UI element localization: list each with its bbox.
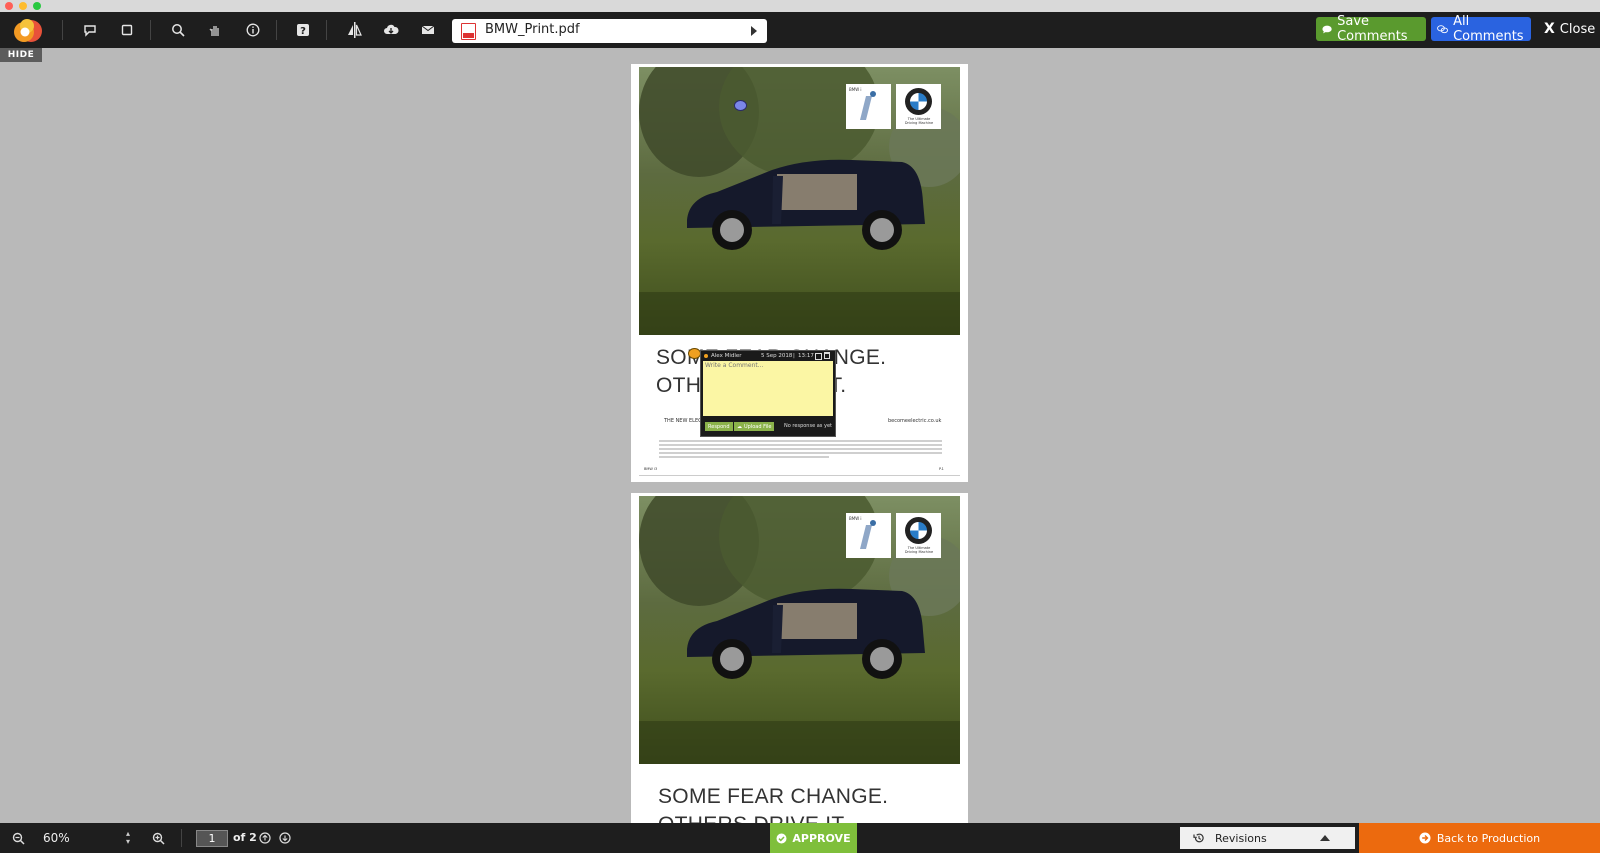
window-zoom-dot[interactable] — [33, 2, 41, 10]
save-comments-label: Save Comments — [1337, 14, 1408, 44]
back-to-production-button[interactable]: Back to Production — [1359, 823, 1600, 853]
document-page-2: BMW i The Ultimate Driving Machine SOME … — [631, 493, 968, 836]
bmw-i-logo: BMW i — [846, 513, 891, 558]
bmw-logo-caption: The Ultimate Driving Machine — [904, 546, 934, 554]
footer-right: P.1 — [939, 467, 944, 471]
previous-page-icon[interactable] — [257, 830, 273, 846]
all-comments-label: All Comments — [1453, 14, 1524, 44]
toolbar-separator — [62, 20, 63, 40]
bmw-logo: The Ultimate Driving Machine — [896, 84, 941, 129]
comment-response-status: No response as yet — [784, 423, 832, 429]
footer-left: BMW i3 — [644, 467, 658, 471]
page-number-input[interactable] — [196, 830, 228, 847]
bottom-bar: 60% ▴▾ of 2 APPROVE Revisions Back to Pr… — [0, 823, 1600, 853]
speech-bubble-icon[interactable] — [78, 18, 102, 42]
bmw-logo: The Ultimate Driving Machine — [896, 513, 941, 558]
website-text: becomeelectric.co.uk — [888, 418, 942, 424]
compare-icon[interactable] — [342, 18, 366, 42]
hide-sidebar-button[interactable]: HIDE — [0, 48, 42, 62]
body-copy — [659, 440, 942, 460]
save-comments-button[interactable]: Save Comments — [1316, 14, 1426, 44]
revisions-label: Revisions — [1215, 831, 1267, 845]
page-divider — [639, 475, 960, 476]
pdf-file-icon — [461, 23, 476, 40]
cloud-download-icon[interactable] — [379, 18, 403, 42]
respond-button[interactable]: Respond — [705, 422, 733, 431]
toolbar-separator — [276, 20, 277, 40]
pan-hand-icon[interactable] — [203, 18, 227, 42]
comments-icon — [1437, 24, 1448, 33]
window-minimize-dot[interactable] — [19, 2, 27, 10]
comment-checkbox[interactable] — [815, 353, 822, 360]
mail-icon[interactable] — [416, 18, 440, 42]
chevron-right-icon — [751, 26, 757, 36]
toolbar-separator — [181, 829, 182, 847]
car-illustration — [687, 159, 925, 250]
select-arrows-icon: ▴ ▾ — [125, 829, 130, 846]
comment-icon — [1322, 25, 1332, 33]
comment-separator: | — [793, 352, 795, 359]
comment-pin[interactable] — [734, 100, 747, 111]
trash-icon[interactable] — [824, 352, 830, 359]
toolbar-separator — [150, 20, 151, 40]
close-icon: X — [1544, 21, 1555, 37]
history-icon — [1193, 833, 1204, 843]
headline-line-1: SOME FEAR CHANGE. — [658, 785, 889, 808]
approve-button[interactable]: APPROVE — [770, 823, 857, 853]
upload-file-button[interactable]: ☁ Upload File — [734, 422, 775, 431]
toolbar-separator — [326, 20, 327, 40]
zoom-in-icon[interactable] — [150, 830, 166, 846]
cloud-upload-icon: ☁ — [737, 423, 742, 430]
revisions-dropdown[interactable]: Revisions — [1180, 827, 1355, 849]
square-icon[interactable] — [115, 18, 139, 42]
next-page-icon[interactable] — [277, 830, 293, 846]
back-to-production-label: Back to Production — [1436, 831, 1541, 845]
window-close-dot[interactable] — [5, 2, 13, 10]
zoom-select[interactable]: 60% ▴ ▾ — [40, 830, 132, 847]
top-toolbar: ? BMW_Print.pdf Save Comments All Commen… — [0, 12, 1600, 48]
file-name: BMW_Print.pdf — [485, 22, 580, 37]
comment-time: 13:17 — [798, 352, 814, 359]
comment-popup: Alex Midler 5 Sep 2018 | 13:17 Respond ☁… — [700, 350, 836, 437]
respond-label: Respond — [708, 423, 730, 430]
caret-up-icon — [1320, 835, 1330, 841]
bmw-i-logo: BMW i — [846, 84, 891, 129]
approve-label: APPROVE — [792, 831, 851, 845]
search-icon[interactable] — [166, 18, 190, 42]
comment-date: 5 Sep 2018 — [761, 352, 793, 359]
page-total-label: of 2 — [233, 831, 257, 844]
arrow-circle-right-icon — [1419, 832, 1431, 844]
close-label: Close — [1559, 21, 1596, 37]
upload-file-label: Upload File — [744, 423, 772, 430]
close-button[interactable]: X Close — [1542, 17, 1596, 41]
comment-status-dot — [704, 354, 708, 358]
car-illustration — [687, 588, 925, 679]
zoom-value: 60% — [43, 831, 70, 845]
comment-author: Alex Midler — [711, 352, 742, 359]
bmw-logo-caption: The Ultimate Driving Machine — [904, 117, 934, 125]
comment-header: Alex Midler 5 Sep 2018 | 13:17 — [701, 351, 835, 361]
all-comments-button[interactable]: All Comments — [1431, 14, 1531, 44]
help-icon[interactable]: ? — [291, 18, 315, 42]
app-logo[interactable] — [11, 15, 45, 45]
check-circle-icon — [776, 833, 787, 843]
svg-text:?: ? — [300, 26, 306, 37]
window-titlebar — [0, 0, 1600, 12]
comment-input[interactable] — [703, 361, 833, 416]
info-icon[interactable] — [241, 18, 265, 42]
file-select[interactable]: BMW_Print.pdf — [452, 19, 767, 43]
zoom-out-icon[interactable] — [10, 830, 26, 846]
